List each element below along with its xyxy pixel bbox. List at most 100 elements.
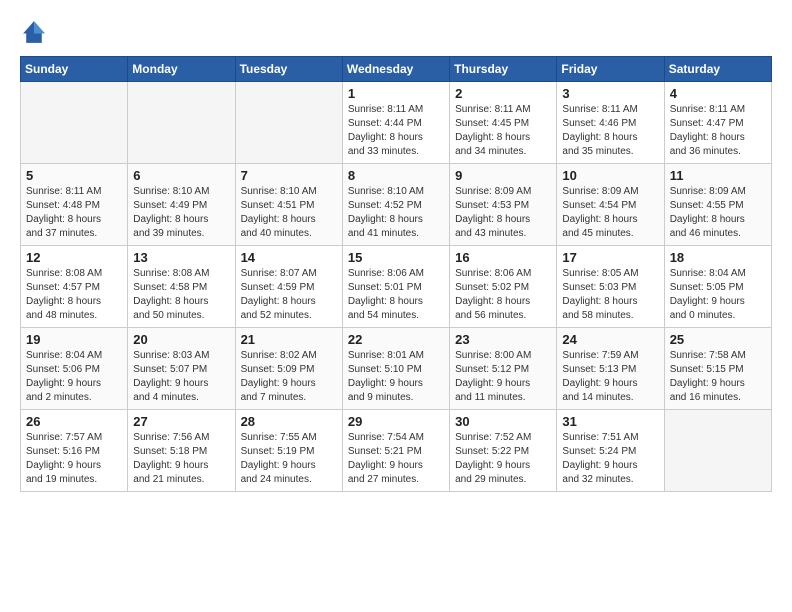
day-info: Sunrise: 8:10 AM Sunset: 4:49 PM Dayligh… <box>133 185 229 241</box>
calendar-cell: 13 Sunrise: 8:08 AM Sunset: 4:58 PM Dayli… <box>128 246 235 328</box>
day-number: 11 <box>670 168 766 183</box>
day-info: Sunrise: 8:09 AM Sunset: 4:54 PM Dayligh… <box>562 185 658 241</box>
day-info: Sunrise: 7:54 AM Sunset: 5:21 PM Dayligh… <box>348 431 444 487</box>
calendar-cell: 28 Sunrise: 7:55 AM Sunset: 5:19 PM Dayli… <box>235 410 342 492</box>
day-info: Sunrise: 8:11 AM Sunset: 4:48 PM Dayligh… <box>26 185 122 241</box>
day-number: 12 <box>26 250 122 265</box>
day-info: Sunrise: 8:10 AM Sunset: 4:51 PM Dayligh… <box>241 185 337 241</box>
day-number: 18 <box>670 250 766 265</box>
day-info: Sunrise: 7:56 AM Sunset: 5:18 PM Dayligh… <box>133 431 229 487</box>
day-info: Sunrise: 8:08 AM Sunset: 4:58 PM Dayligh… <box>133 267 229 323</box>
calendar-header-wednesday: Wednesday <box>342 57 449 82</box>
calendar-cell: 23Sunrise: 8:00 AM Sunset: 5:12 PM Dayli… <box>450 328 557 410</box>
day-info: Sunrise: 8:11 AM Sunset: 4:46 PM Dayligh… <box>562 103 658 159</box>
calendar-cell: 19 Sunrise: 8:04 AM Sunset: 5:06 PM Dayli… <box>21 328 128 410</box>
calendar-cell: 9 Sunrise: 8:09 AM Sunset: 4:53 PM Daylig… <box>450 164 557 246</box>
day-info: Sunrise: 8:11 AM Sunset: 4:44 PM Dayligh… <box>348 103 444 159</box>
calendar-cell: 8 Sunrise: 8:10 AM Sunset: 4:52 PM Daylig… <box>342 164 449 246</box>
calendar-cell: 29 Sunrise: 7:54 AM Sunset: 5:21 PM Dayli… <box>342 410 449 492</box>
day-number: 14 <box>241 250 337 265</box>
calendar-cell: 12Sunrise: 8:08 AM Sunset: 4:57 PM Dayli… <box>21 246 128 328</box>
calendar-cell: 30 Sunrise: 7:52 AM Sunset: 5:22 PM Dayli… <box>450 410 557 492</box>
day-info: Sunrise: 8:11 AM Sunset: 4:45 PM Dayligh… <box>455 103 551 159</box>
day-number: 6 <box>133 168 229 183</box>
day-number: 28 <box>241 414 337 429</box>
calendar-header-monday: Monday <box>128 57 235 82</box>
calendar-cell: 3 Sunrise: 8:11 AM Sunset: 4:46 PM Daylig… <box>557 82 664 164</box>
day-number: 1 <box>348 86 444 101</box>
calendar-header-saturday: Saturday <box>664 57 771 82</box>
day-number: 5 <box>26 168 122 183</box>
calendar-cell: 4 Sunrise: 8:11 AM Sunset: 4:47 PM Daylig… <box>664 82 771 164</box>
calendar-cell: 6 Sunrise: 8:10 AM Sunset: 4:49 PM Daylig… <box>128 164 235 246</box>
day-number: 8 <box>348 168 444 183</box>
day-info: Sunrise: 7:51 AM Sunset: 5:24 PM Dayligh… <box>562 431 658 487</box>
calendar-cell: 20 Sunrise: 8:03 AM Sunset: 5:07 PM Dayli… <box>128 328 235 410</box>
calendar-cell: 15Sunrise: 8:06 AM Sunset: 5:01 PM Dayli… <box>342 246 449 328</box>
calendar-header-row: SundayMondayTuesdayWednesdayThursdayFrid… <box>21 57 772 82</box>
day-info: Sunrise: 8:09 AM Sunset: 4:53 PM Dayligh… <box>455 185 551 241</box>
day-info: Sunrise: 8:02 AM Sunset: 5:09 PM Dayligh… <box>241 349 337 405</box>
day-info: Sunrise: 8:10 AM Sunset: 4:52 PM Dayligh… <box>348 185 444 241</box>
calendar-week-1: 1 Sunrise: 8:11 AM Sunset: 4:44 PM Daylig… <box>21 82 772 164</box>
calendar-cell: 25 Sunrise: 7:58 AM Sunset: 5:15 PM Dayli… <box>664 328 771 410</box>
calendar-cell: 24 Sunrise: 7:59 AM Sunset: 5:13 PM Dayli… <box>557 328 664 410</box>
day-number: 23 <box>455 332 551 347</box>
calendar-cell: 17 Sunrise: 8:05 AM Sunset: 5:03 PM Dayli… <box>557 246 664 328</box>
calendar-cell: 5 Sunrise: 8:11 AM Sunset: 4:48 PM Daylig… <box>21 164 128 246</box>
day-info: Sunrise: 8:04 AM Sunset: 5:05 PM Dayligh… <box>670 267 766 323</box>
day-number: 19 <box>26 332 122 347</box>
day-info: Sunrise: 8:09 AM Sunset: 4:55 PM Dayligh… <box>670 185 766 241</box>
day-info: Sunrise: 8:03 AM Sunset: 5:07 PM Dayligh… <box>133 349 229 405</box>
day-info: Sunrise: 7:55 AM Sunset: 5:19 PM Dayligh… <box>241 431 337 487</box>
day-number: 13 <box>133 250 229 265</box>
day-number: 7 <box>241 168 337 183</box>
day-info: Sunrise: 7:52 AM Sunset: 5:22 PM Dayligh… <box>455 431 551 487</box>
day-info: Sunrise: 8:11 AM Sunset: 4:47 PM Dayligh… <box>670 103 766 159</box>
calendar-cell: 16Sunrise: 8:06 AM Sunset: 5:02 PM Dayli… <box>450 246 557 328</box>
logo-icon <box>20 18 48 46</box>
day-info: Sunrise: 7:58 AM Sunset: 5:15 PM Dayligh… <box>670 349 766 405</box>
day-info: Sunrise: 8:06 AM Sunset: 5:02 PM Dayligh… <box>455 267 551 323</box>
calendar-cell: 7 Sunrise: 8:10 AM Sunset: 4:51 PM Daylig… <box>235 164 342 246</box>
calendar-cell: 2Sunrise: 8:11 AM Sunset: 4:45 PM Daylig… <box>450 82 557 164</box>
calendar-cell: 18 Sunrise: 8:04 AM Sunset: 5:05 PM Dayli… <box>664 246 771 328</box>
day-number: 3 <box>562 86 658 101</box>
day-number: 9 <box>455 168 551 183</box>
calendar-cell <box>128 82 235 164</box>
day-number: 27 <box>133 414 229 429</box>
calendar-header-friday: Friday <box>557 57 664 82</box>
day-number: 4 <box>670 86 766 101</box>
day-number: 30 <box>455 414 551 429</box>
day-number: 21 <box>241 332 337 347</box>
calendar-cell: 22 Sunrise: 8:01 AM Sunset: 5:10 PM Dayli… <box>342 328 449 410</box>
day-number: 10 <box>562 168 658 183</box>
calendar-cell: 1 Sunrise: 8:11 AM Sunset: 4:44 PM Daylig… <box>342 82 449 164</box>
calendar: SundayMondayTuesdayWednesdayThursdayFrid… <box>20 56 772 492</box>
day-number: 26 <box>26 414 122 429</box>
day-info: Sunrise: 8:01 AM Sunset: 5:10 PM Dayligh… <box>348 349 444 405</box>
calendar-week-2: 5 Sunrise: 8:11 AM Sunset: 4:48 PM Daylig… <box>21 164 772 246</box>
calendar-cell: 14Sunrise: 8:07 AM Sunset: 4:59 PM Dayli… <box>235 246 342 328</box>
calendar-week-4: 19 Sunrise: 8:04 AM Sunset: 5:06 PM Dayli… <box>21 328 772 410</box>
day-number: 22 <box>348 332 444 347</box>
day-number: 25 <box>670 332 766 347</box>
calendar-cell: 26 Sunrise: 7:57 AM Sunset: 5:16 PM Dayli… <box>21 410 128 492</box>
day-number: 20 <box>133 332 229 347</box>
calendar-cell: 21 Sunrise: 8:02 AM Sunset: 5:09 PM Dayli… <box>235 328 342 410</box>
calendar-header-tuesday: Tuesday <box>235 57 342 82</box>
calendar-cell <box>664 410 771 492</box>
day-info: Sunrise: 8:05 AM Sunset: 5:03 PM Dayligh… <box>562 267 658 323</box>
header <box>20 18 772 46</box>
calendar-week-3: 12Sunrise: 8:08 AM Sunset: 4:57 PM Dayli… <box>21 246 772 328</box>
day-number: 29 <box>348 414 444 429</box>
calendar-header-sunday: Sunday <box>21 57 128 82</box>
day-number: 24 <box>562 332 658 347</box>
day-number: 15 <box>348 250 444 265</box>
page: SundayMondayTuesdayWednesdayThursdayFrid… <box>0 0 792 612</box>
day-info: Sunrise: 7:57 AM Sunset: 5:16 PM Dayligh… <box>26 431 122 487</box>
day-info: Sunrise: 8:04 AM Sunset: 5:06 PM Dayligh… <box>26 349 122 405</box>
day-number: 17 <box>562 250 658 265</box>
day-number: 31 <box>562 414 658 429</box>
day-info: Sunrise: 7:59 AM Sunset: 5:13 PM Dayligh… <box>562 349 658 405</box>
